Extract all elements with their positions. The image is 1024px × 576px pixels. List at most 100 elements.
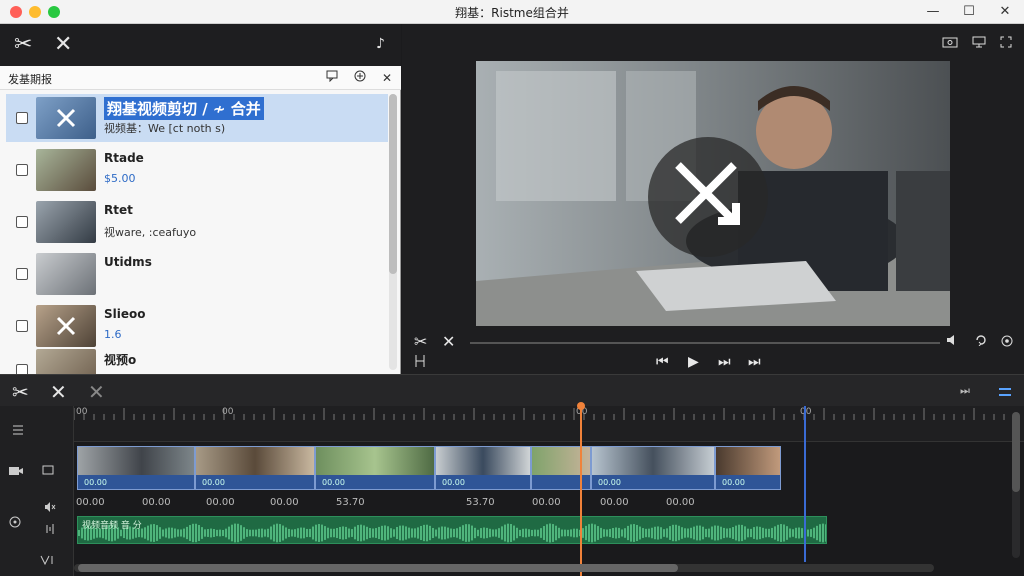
preview-area: ✂ ✕ ⏮ ▶ ⏭ ⏭	[402, 24, 1024, 374]
clip-thumbnail	[36, 149, 96, 191]
clip-title: Rtade	[104, 151, 144, 165]
timecode: 53.70	[336, 497, 365, 508]
video-clip[interactable]: 00.00	[195, 446, 315, 490]
video-preview[interactable]	[476, 61, 950, 326]
list-item[interactable]: 视预o	[6, 346, 388, 374]
list-item[interactable]: Utidms	[6, 250, 388, 298]
audio-track-icon[interactable]	[44, 520, 56, 539]
left-toolbar: ✂ ✕ ♪	[0, 24, 401, 66]
checkbox[interactable]	[16, 268, 28, 280]
cross-cut-icon[interactable]: ✕	[50, 380, 67, 404]
minimize-icon[interactable]: —	[924, 3, 942, 21]
scissors-icon[interactable]: ✂	[14, 32, 32, 57]
zoom-icon[interactable]: ⏭	[960, 384, 970, 398]
list-icon[interactable]	[12, 420, 24, 439]
timeline-vertical-scrollbar[interactable]	[1012, 412, 1020, 558]
settings-icon[interactable]	[1000, 334, 1014, 351]
panel-title: 发基期报	[8, 73, 52, 86]
title-bar: 翔基：Ristme组合并 — ☐ ✕	[0, 0, 1024, 24]
clip-title: 翔基视频剪切 / ≁ 合并	[104, 97, 264, 120]
clip-title: 视预o	[104, 353, 137, 367]
video-clip[interactable]: 00.00	[591, 446, 715, 490]
cross-cut-icon[interactable]: ✕	[442, 332, 455, 351]
close-panel-icon[interactable]: ✕	[378, 69, 396, 87]
clip-thumbnail	[36, 253, 96, 295]
video-track-icon[interactable]	[8, 462, 24, 481]
clip-subtitle: 视频基：We [ct noth s)	[104, 122, 226, 135]
checkbox[interactable]	[16, 364, 28, 374]
comment-icon[interactable]	[323, 69, 341, 87]
playhead[interactable]	[580, 406, 582, 576]
close-icon[interactable]: ✕	[996, 3, 1014, 21]
split-icon[interactable]	[414, 354, 426, 371]
monitor-icon[interactable]	[972, 36, 986, 51]
timecode: 00.00	[76, 497, 105, 508]
checkbox[interactable]	[16, 164, 28, 176]
play-overlay[interactable]	[648, 137, 768, 257]
timecode: 00.00	[206, 497, 235, 508]
snapshot-icon[interactable]	[942, 36, 958, 51]
video-clip[interactable]: 00.00	[435, 446, 531, 490]
video-clip[interactable]: 00.00	[77, 446, 195, 490]
clip-label: 00.00	[598, 478, 621, 487]
note-icon[interactable]: ♪	[376, 36, 385, 52]
clip-subtitle: 视ware, :ceafuyo	[104, 226, 197, 239]
scrub-bar[interactable]	[470, 342, 940, 344]
panel-scrollbar-thumb[interactable]	[389, 94, 397, 274]
scissors-icon[interactable]: ✂	[414, 332, 427, 351]
play-button[interactable]: ▶	[688, 354, 699, 370]
ruler-label: 00	[222, 407, 234, 417]
target-icon[interactable]	[8, 514, 22, 533]
timeline-toolbar: ✂ ✕ ✕ ⏭	[0, 374, 1024, 406]
clip-label: 00.00	[442, 478, 465, 487]
split-audio-icon[interactable]	[40, 550, 56, 569]
mute-icon[interactable]	[44, 498, 56, 517]
audio-clip-label: 视频音频 音 分	[82, 521, 142, 531]
comment-icon[interactable]	[42, 462, 54, 481]
timecode: 00.00	[532, 497, 561, 508]
clip-title: Slieoo	[104, 307, 146, 321]
list-item[interactable]: Slieoo 1.6	[6, 302, 388, 350]
prev-button[interactable]: ⏮	[656, 354, 669, 370]
checkbox[interactable]	[16, 320, 28, 332]
video-clip[interactable]	[531, 446, 591, 490]
loop-icon[interactable]	[974, 334, 988, 349]
clip-title: Rtet	[104, 203, 133, 217]
scissors-icon[interactable]: ✂	[12, 380, 29, 404]
video-clip[interactable]: 00.00	[715, 446, 781, 490]
maximize-icon[interactable]: ☐	[960, 3, 978, 21]
audio-track[interactable]: 视频音频 音 分	[77, 516, 827, 544]
timeline-scrollbar-thumb[interactable]	[78, 564, 678, 572]
list-item[interactable]: Rtade $5.00	[6, 146, 388, 194]
timeline-marker[interactable]	[804, 406, 806, 562]
clip-thumbnail	[36, 305, 96, 347]
timecode-row: 00.00 00.00 00.00 00.00 53.70 53.70 00.0…	[74, 494, 1024, 512]
next-button[interactable]: ⏭	[718, 354, 731, 370]
clip-list-panel: 发基期报 ✕ 翔基视频剪切 / ≁ 合并 视频基：We [ct noth s) …	[0, 66, 401, 374]
window-title: 翔基：Ristme组合并	[455, 6, 569, 20]
checkbox[interactable]	[16, 216, 28, 228]
panel-scrollbar[interactable]	[389, 94, 397, 370]
checkbox[interactable]	[16, 112, 28, 124]
clip-label: 00.00	[722, 478, 745, 487]
ruler-label: 00	[76, 407, 88, 417]
timecode: 00.00	[666, 497, 695, 508]
fullscreen-icon[interactable]	[1000, 36, 1012, 51]
clip-thumbnail	[36, 349, 96, 374]
time-ruler[interactable]: 00 00 00 00	[74, 406, 1024, 442]
timeline-scrollbar[interactable]	[74, 564, 934, 572]
playhead-handle[interactable]	[577, 402, 585, 410]
add-icon[interactable]	[351, 69, 369, 87]
list-item[interactable]: Rtet 视ware, :ceafuyo	[6, 198, 388, 246]
volume-icon[interactable]	[946, 334, 960, 349]
video-track: 00.00 00.00 00.00 00.00 00.00 00.00	[77, 446, 781, 490]
timeline-view-icon[interactable]	[998, 383, 1012, 402]
timeline-vertical-scrollbar-thumb[interactable]	[1012, 412, 1020, 492]
skip-end-button[interactable]: ⏭	[748, 354, 761, 370]
list-item[interactable]: 翔基视频剪切 / ≁ 合并 视频基：We [ct noth s)	[6, 94, 388, 142]
cross-cut-icon[interactable]: ✕	[54, 32, 72, 57]
clip-thumbnail	[36, 97, 96, 139]
video-clip[interactable]: 00.00	[315, 446, 435, 490]
cross-cut-alt-icon[interactable]: ✕	[88, 380, 105, 404]
clip-title: Utidms	[104, 255, 152, 269]
